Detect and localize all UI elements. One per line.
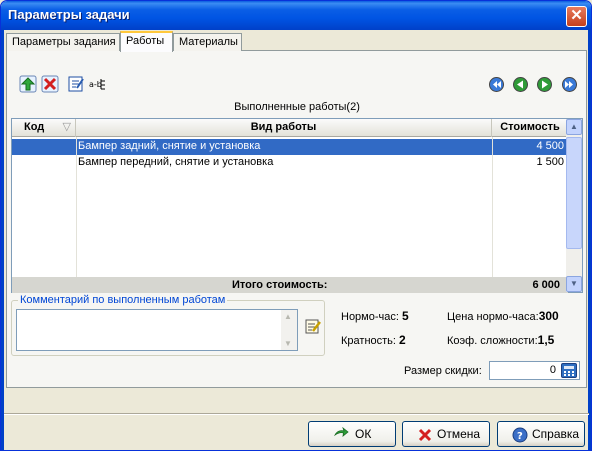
scroll-down-icon[interactable]: ▼: [566, 276, 582, 292]
last-icon[interactable]: [562, 77, 577, 92]
works-table[interactable]: Код ▽ Вид работы Стоимость Бампер задний…: [11, 118, 583, 293]
ok-label: ОК: [355, 427, 372, 441]
column-code-label: Код: [24, 121, 45, 133]
cell-code: [14, 155, 76, 171]
discount-label: Размер скидки:: [404, 365, 482, 377]
filter-icon[interactable]: a-b: [89, 75, 107, 93]
table-header: Код ▽ Вид работы Стоимость: [12, 119, 568, 137]
scroll-up-icon[interactable]: ▲: [284, 312, 292, 321]
cell-work: Бампер задний, снятие и установка: [78, 140, 261, 152]
svg-text:?: ?: [517, 431, 523, 442]
table-footer: Итого стоимость: 6 000: [12, 277, 568, 293]
add-green-arrow-icon[interactable]: [19, 75, 37, 93]
calculator-icon[interactable]: [561, 363, 577, 378]
column-header-cost[interactable]: Стоимость: [492, 119, 568, 137]
cancel-button[interactable]: Отмена: [402, 421, 490, 447]
comment-scrollbar[interactable]: ▲ ▼: [281, 310, 297, 350]
window-title: Параметры задачи: [8, 7, 130, 22]
title-bar[interactable]: Параметры задачи ✕: [1, 1, 591, 30]
complexity: Коэф. сложности:1,5: [447, 333, 554, 347]
help-icon: ?: [512, 427, 528, 443]
tab-materials[interactable]: Материалы: [173, 33, 242, 51]
cancel-label: Отмена: [437, 427, 481, 441]
multiplicity: Кратность: 2: [341, 333, 406, 347]
grid-toolbar: a-b: [11, 71, 581, 97]
price-label: Цена нормо-часа:: [447, 311, 539, 323]
column-divider: [76, 137, 77, 277]
comment-legend: Комментарий по выполненным работам: [18, 294, 228, 306]
scroll-thumb[interactable]: [566, 137, 582, 249]
cell-code: [14, 139, 76, 155]
help-button[interactable]: ? Справка: [497, 421, 585, 447]
separator-highlight: [4, 414, 589, 415]
close-icon: ✕: [570, 7, 583, 24]
cell-work: Бампер передний, снятие и установка: [78, 156, 274, 168]
next-icon[interactable]: [537, 77, 552, 92]
column-divider: [492, 137, 493, 277]
window-border-right: [588, 30, 591, 450]
cell-cost: 4 500: [536, 140, 564, 152]
prev-icon[interactable]: [513, 77, 528, 92]
discount-input[interactable]: 0: [489, 361, 580, 380]
comment-textarea[interactable]: ▲ ▼: [16, 309, 298, 351]
notepad-edit-icon[interactable]: [304, 317, 322, 335]
scroll-down-icon[interactable]: ▼: [284, 339, 292, 348]
ok-button[interactable]: ОК: [308, 421, 396, 447]
table-row[interactable]: Бампер задний, снятие и установка 4 500: [12, 139, 568, 155]
tab-works[interactable]: Работы: [120, 31, 173, 52]
norm-hour-label: Нормо-час:: [341, 311, 399, 323]
scroll-up-icon[interactable]: ▲: [566, 119, 582, 135]
close-button[interactable]: ✕: [566, 6, 587, 27]
table-row[interactable]: Бампер передний, снятие и установка 1 50…: [12, 155, 568, 171]
price-value: 300: [538, 309, 559, 323]
task-params-dialog: Параметры задачи ✕ Параметры задания Раб…: [0, 0, 592, 451]
first-icon[interactable]: [489, 77, 504, 92]
window-border-left: [1, 30, 4, 450]
total-label: Итого стоимость:: [232, 279, 328, 291]
comment-group: Комментарий по выполненным работам ▲ ▼: [11, 294, 325, 356]
ok-arrow-icon: [333, 426, 349, 443]
table-scrollbar[interactable]: ▲ ▼: [566, 119, 582, 292]
edit-icon[interactable]: [67, 75, 85, 93]
total-value: 6 000: [532, 279, 560, 291]
norm-hour-price: Цена нормо-часа:300: [447, 309, 559, 323]
column-header-work[interactable]: Вид работы: [76, 119, 492, 137]
complexity-label: Коэф. сложности:: [447, 335, 538, 347]
multiplicity-label: Кратность:: [341, 335, 396, 347]
cancel-x-icon: [417, 427, 433, 443]
column-header-code[interactable]: Код ▽: [12, 119, 76, 137]
multiplicity-value: 2: [399, 333, 406, 347]
complexity-value: 1,5: [537, 333, 555, 347]
delete-icon[interactable]: [41, 75, 59, 93]
norm-hour-value: 5: [402, 309, 409, 323]
cell-cost: 1 500: [536, 156, 564, 168]
sort-icon: ▽: [62, 121, 71, 133]
norm-hour: Нормо-час: 5: [341, 309, 409, 323]
svg-text:a-b: a-b: [89, 80, 102, 89]
discount-value: 0: [549, 364, 556, 376]
tab-task-params[interactable]: Параметры задания: [6, 33, 120, 51]
grid-caption: Выполненные работы(2): [234, 101, 360, 113]
help-label: Справка: [532, 427, 580, 441]
